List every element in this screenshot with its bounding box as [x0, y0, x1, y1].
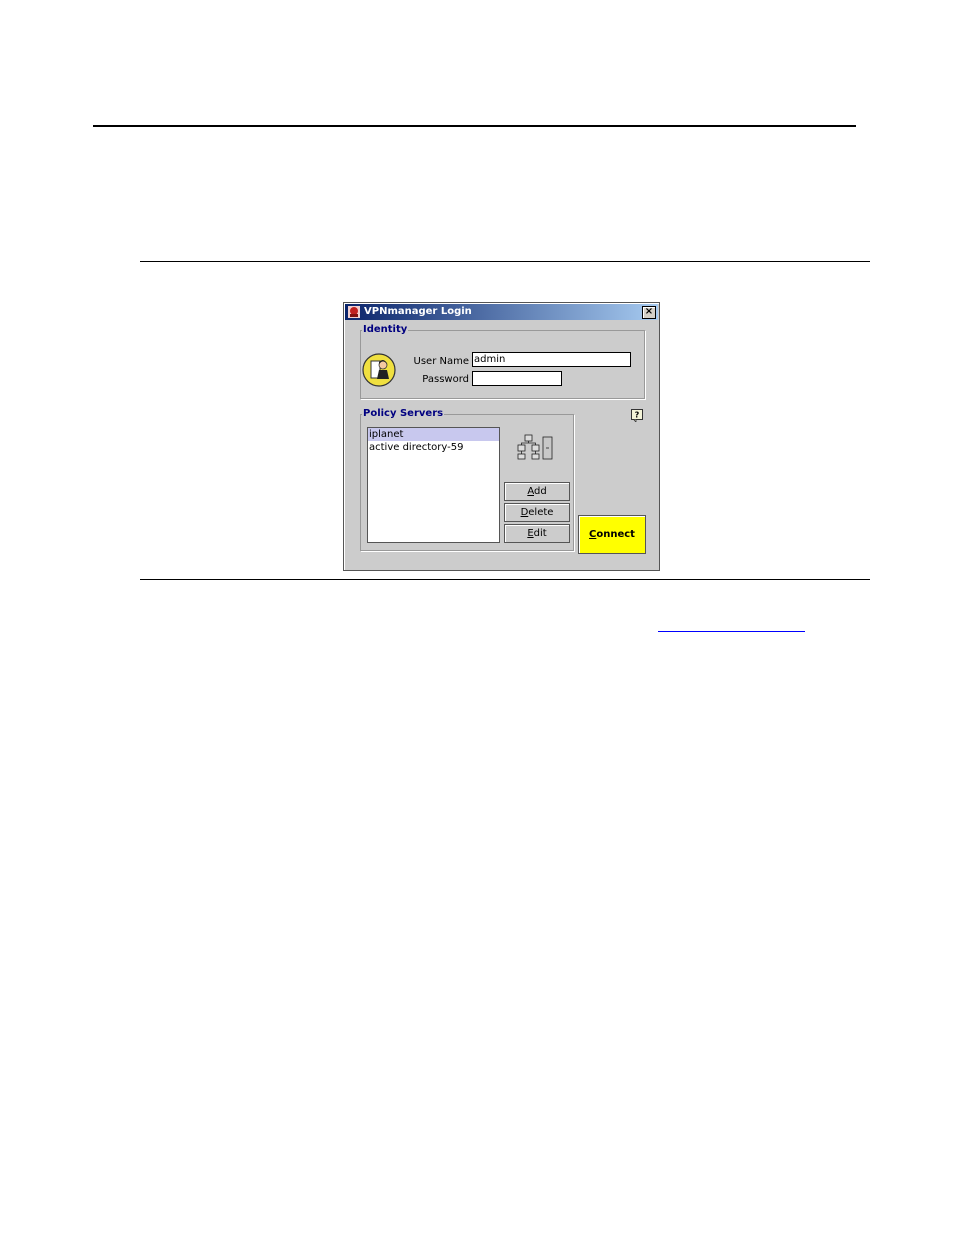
title-bar[interactable]: VPNmanager Login × [345, 304, 658, 320]
figure-bottom-rule [140, 579, 870, 580]
close-button[interactable]: × [642, 306, 656, 319]
identity-legend: Identity [363, 324, 408, 335]
policy-servers-legend: Policy Servers [363, 408, 444, 419]
add-button[interactable]: Add [504, 482, 570, 501]
password-input[interactable] [472, 371, 562, 386]
vpnmanager-login-window: VPNmanager Login × Identity User Name ad… [343, 302, 660, 571]
delete-button[interactable]: Delete [504, 503, 570, 522]
window-title: VPNmanager Login [364, 306, 472, 317]
network-servers-icon [517, 434, 553, 460]
app-icon [348, 306, 360, 318]
connect-button[interactable]: Connect [578, 515, 646, 554]
document-link-underline[interactable] [658, 631, 805, 632]
edit-button[interactable]: Edit [504, 524, 570, 543]
close-icon: × [644, 306, 654, 317]
username-input[interactable]: admin [472, 352, 631, 367]
help-icon[interactable]: ? [631, 409, 643, 422]
password-label: Password [422, 374, 469, 385]
figure-top-rule [140, 261, 870, 262]
svg-text:?: ? [635, 411, 640, 420]
username-label: User Name [413, 356, 469, 367]
list-item[interactable]: active directory-59 [368, 441, 499, 454]
list-item[interactable]: iplanet [368, 428, 499, 441]
page-top-rule [93, 125, 856, 127]
policy-server-list[interactable]: iplanet active directory-59 [367, 427, 500, 543]
